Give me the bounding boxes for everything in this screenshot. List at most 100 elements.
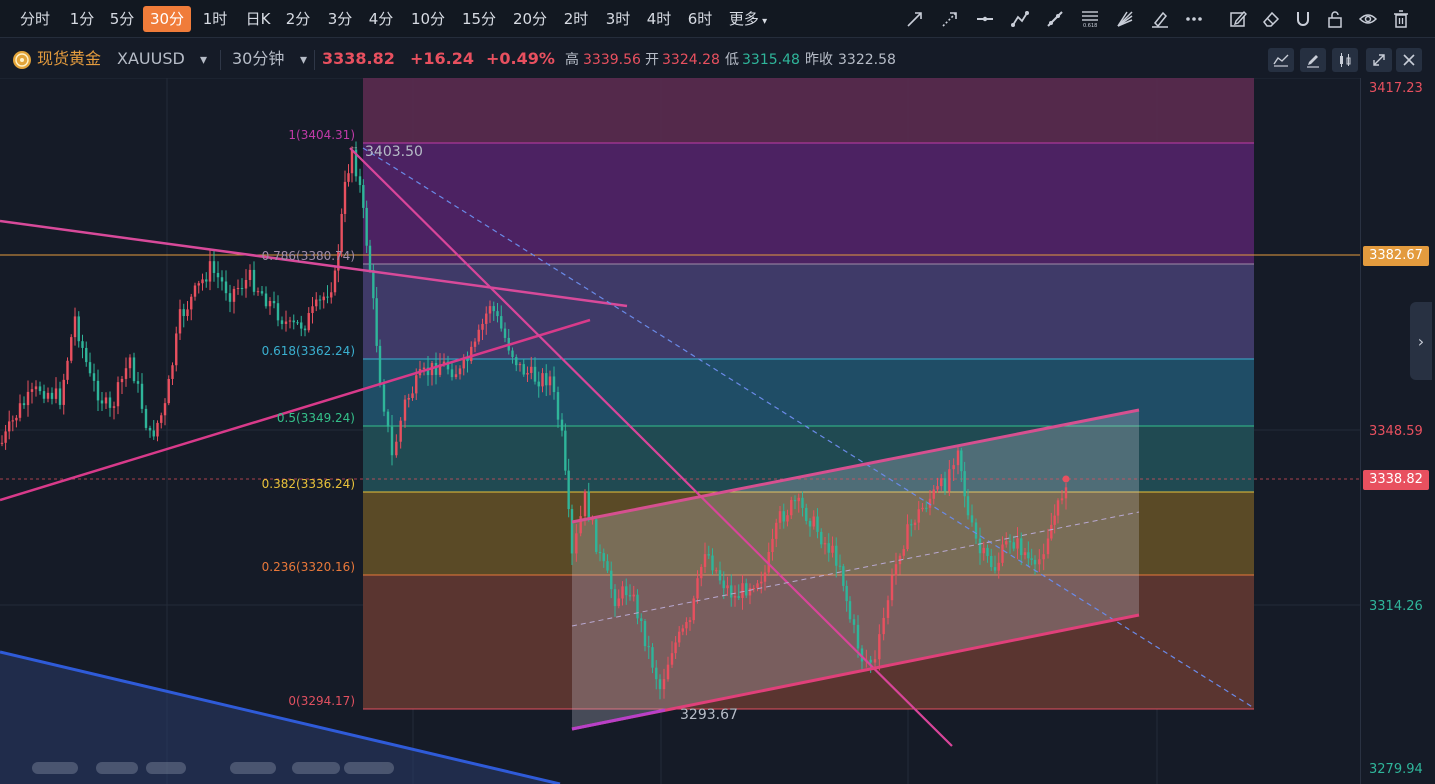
candle-body xyxy=(820,531,823,545)
more-timeframes-button[interactable]: 更多 ▾ xyxy=(722,6,774,32)
candle-body xyxy=(190,296,193,310)
candle-body xyxy=(823,543,827,545)
dashed-arrow-icon[interactable] xyxy=(938,7,962,31)
timeframe-tab[interactable]: 分时 xyxy=(16,6,54,32)
candle-body xyxy=(882,617,885,635)
timeframe-tab[interactable]: 15分 xyxy=(458,6,500,32)
candle-body xyxy=(812,516,815,527)
fibonacci-retracement-icon[interactable]: 0.618 xyxy=(1078,7,1102,31)
candle-body xyxy=(382,384,386,412)
candle-body xyxy=(827,543,830,553)
candle-body xyxy=(132,357,136,382)
candle-body xyxy=(797,497,800,502)
candle-body xyxy=(11,420,14,422)
timeframe-tab[interactable]: 3时 xyxy=(602,6,634,32)
candle-body xyxy=(488,306,492,314)
candle-body xyxy=(136,381,140,384)
magnet-icon[interactable] xyxy=(1291,7,1315,31)
candle-body xyxy=(292,320,295,323)
candle-body xyxy=(685,622,688,629)
candle-body xyxy=(73,316,77,338)
candle-body xyxy=(248,269,252,280)
candle-body xyxy=(462,358,465,369)
eye-icon[interactable] xyxy=(1356,7,1380,31)
candle-body xyxy=(496,311,499,317)
candle-body xyxy=(643,620,647,647)
prev-close-value: 3322.58 xyxy=(838,52,896,68)
candle-body xyxy=(156,422,159,437)
candle-body xyxy=(18,403,22,418)
close-icon[interactable] xyxy=(1396,48,1422,72)
period-dropdown-icon[interactable]: ▾ xyxy=(300,49,307,71)
timeframe-tab[interactable]: 10分 xyxy=(407,6,449,32)
trash-icon[interactable] xyxy=(1389,7,1413,31)
candle-body xyxy=(703,554,707,567)
timeframe-tab[interactable]: 6时 xyxy=(684,6,716,32)
timeframe-tab[interactable]: 1分 xyxy=(66,6,98,32)
candle-body xyxy=(606,561,609,571)
price-label-top: 3417.23 xyxy=(1369,81,1423,96)
candle-body xyxy=(116,382,120,407)
candle-body xyxy=(34,386,38,390)
candlestick-chart[interactable]: 1(3404.31) 0.786(3380.74) 0.618(3362.24)… xyxy=(0,78,1360,784)
timeframe-tab[interactable]: 5分 xyxy=(106,6,138,32)
candle-body xyxy=(816,516,819,532)
candle-body xyxy=(575,533,578,554)
candle-body xyxy=(890,575,894,601)
candle-body xyxy=(205,279,208,282)
candle-body xyxy=(358,176,362,186)
candle-body xyxy=(415,375,418,394)
more-dots-icon[interactable] xyxy=(1182,7,1206,31)
fullscreen-icon[interactable] xyxy=(1366,48,1392,72)
horizontal-line-icon[interactable] xyxy=(973,7,997,31)
arrow-line-icon[interactable] xyxy=(903,7,927,31)
candle-body xyxy=(681,628,684,632)
unlock-icon[interactable] xyxy=(1323,7,1347,31)
timeframe-tab[interactable]: 4分 xyxy=(365,6,397,32)
timeframe-tab[interactable]: 日K xyxy=(241,6,275,32)
candle-body xyxy=(617,598,620,607)
candle-body xyxy=(960,450,963,472)
candlestick-icon[interactable] xyxy=(1332,48,1358,72)
symbol-name[interactable]: 现货黄金 xyxy=(37,48,101,70)
candle-body xyxy=(1005,541,1008,545)
candle-body xyxy=(775,522,778,539)
candle-body xyxy=(50,392,54,399)
candle-body xyxy=(100,400,104,404)
candle-body xyxy=(193,285,197,297)
ray-icon[interactable] xyxy=(1043,7,1067,31)
candle-body xyxy=(1030,558,1033,560)
symbol-code[interactable]: XAUUSD xyxy=(117,48,185,70)
candle-body xyxy=(666,664,670,680)
candle-body xyxy=(610,570,613,590)
timeframe-tab[interactable]: 4时 xyxy=(643,6,675,32)
timeframe-tab[interactable]: 2分 xyxy=(282,6,314,32)
pencil-icon[interactable] xyxy=(1300,48,1326,72)
candle-body xyxy=(651,647,654,668)
candle-body xyxy=(662,679,666,690)
polyline-icon[interactable] xyxy=(1008,7,1032,31)
candle-body xyxy=(252,269,256,292)
timeframe-tab[interactable]: 2时 xyxy=(560,6,592,32)
expand-panel-button[interactable]: › xyxy=(1410,302,1432,380)
candle-body xyxy=(66,360,69,380)
candle-body xyxy=(530,366,533,373)
timeframe-tab[interactable]: 30分 xyxy=(143,6,191,32)
candle-body xyxy=(390,426,394,456)
fan-icon[interactable] xyxy=(1113,7,1137,31)
period-selector[interactable]: 30分钟 xyxy=(232,48,284,70)
price-axis[interactable]: 3417.23 3382.67 3348.59 3338.82 3314.26 … xyxy=(1360,78,1435,784)
candle-body xyxy=(748,588,752,596)
timeframe-tab[interactable]: 3分 xyxy=(324,6,356,32)
symbol-dropdown-icon[interactable]: ▾ xyxy=(200,49,207,71)
eraser-icon[interactable] xyxy=(1259,7,1283,31)
brush-icon[interactable] xyxy=(1148,7,1172,31)
edit-icon[interactable] xyxy=(1226,7,1250,31)
candle-body xyxy=(906,524,909,550)
candle-body xyxy=(696,578,699,599)
candle-body xyxy=(831,545,834,553)
symbol-info-bar: 现货黄金 XAUUSD ▾ 30分钟 ▾ 3338.82 +16.24 +0.4… xyxy=(0,40,1435,78)
timeframe-tab[interactable]: 1时 xyxy=(199,6,231,32)
timeframe-tab[interactable]: 20分 xyxy=(509,6,551,32)
indicator-icon[interactable] xyxy=(1268,48,1294,72)
